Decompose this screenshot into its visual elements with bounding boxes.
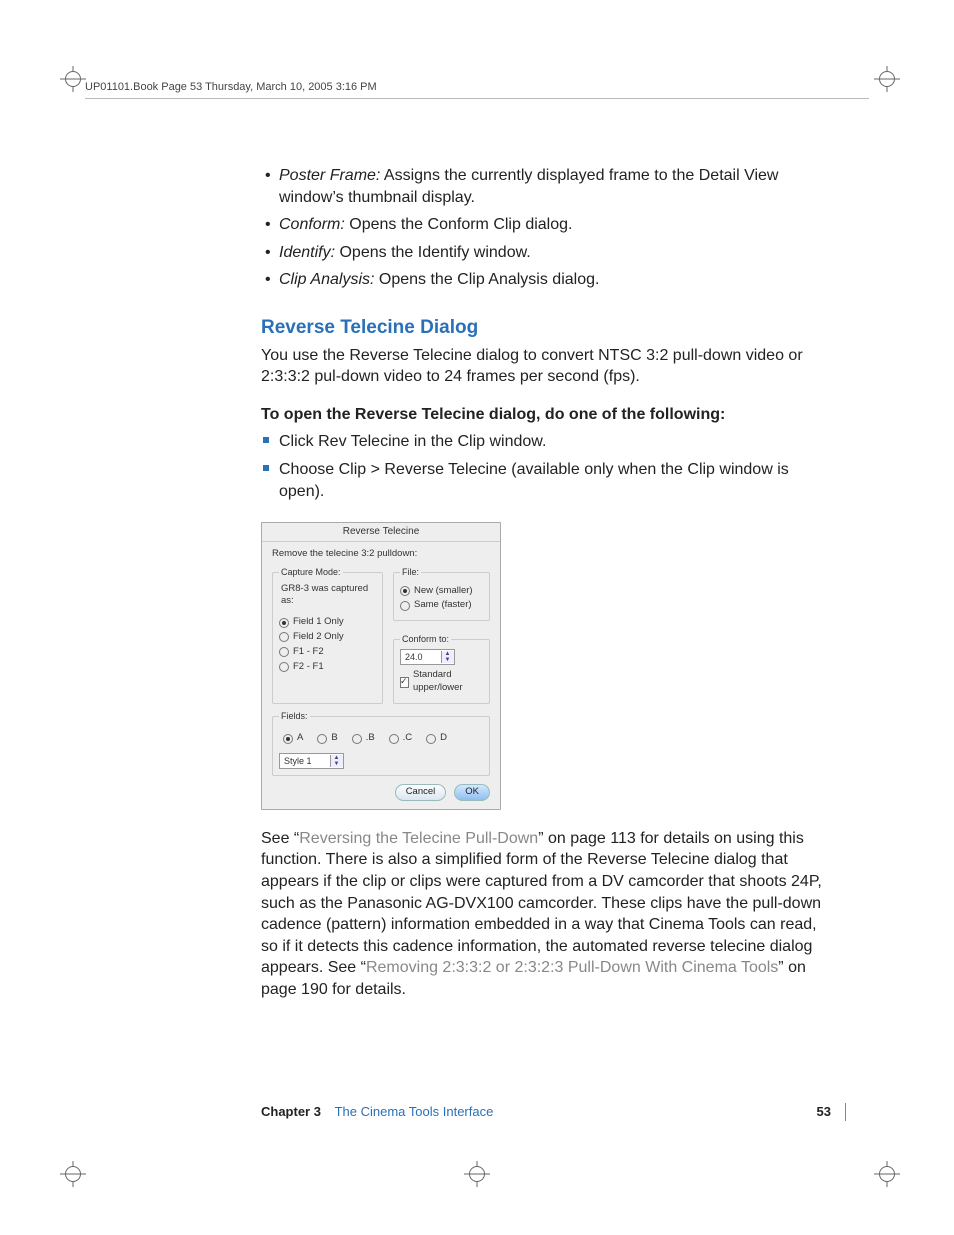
list-item: Conform: Opens the Conform Clip dialog.	[279, 214, 831, 236]
radio-label: .B	[366, 732, 375, 745]
stepper-arrows-icon: ▲▼	[441, 651, 454, 663]
footer-chapter-number: Chapter 3	[261, 1104, 321, 1119]
term-conform: Conform:	[279, 216, 345, 233]
ok-button[interactable]: OK	[454, 784, 490, 801]
radio-label: B	[331, 732, 337, 745]
radio-icon	[352, 734, 362, 744]
desc-conform: Opens the Conform Clip dialog.	[345, 216, 573, 233]
steps-list: Click Rev Telecine in the Clip window. C…	[261, 431, 831, 502]
standard-upper-lower-checkbox[interactable]: Standard upper/lower	[400, 669, 483, 695]
radio-label: D	[440, 732, 447, 745]
radio-label: F2 - F1	[293, 661, 324, 674]
file-legend: File:	[400, 566, 421, 578]
capture-mode-legend: Capture Mode:	[279, 566, 343, 578]
capture-f1f2-radio[interactable]: F1 - F2	[279, 646, 376, 659]
radio-icon	[389, 734, 399, 744]
fields-group: Fields: A B .B .C D Style 1 ▲▼	[272, 710, 490, 776]
file-group: File: New (smaller) Same (faster)	[393, 566, 490, 621]
desc-identify: Opens the Identify window.	[335, 244, 531, 261]
radio-label: A	[297, 732, 303, 745]
dialog-title: Reverse Telecine	[262, 523, 500, 542]
step-item: Choose Clip > Reverse Telecine (availabl…	[279, 459, 831, 502]
fields-legend: Fields:	[279, 710, 310, 722]
text: See “	[261, 830, 299, 847]
list-item: Poster Frame: Assigns the currently disp…	[279, 165, 831, 208]
term-poster-frame: Poster Frame:	[279, 167, 380, 184]
radio-icon	[279, 647, 289, 657]
radio-icon	[279, 662, 289, 672]
reverse-telecine-dialog: Reverse Telecine Remove the telecine 3:2…	[261, 522, 501, 810]
fields-b-radio[interactable]: B	[317, 732, 337, 745]
feature-list: Poster Frame: Assigns the currently disp…	[261, 165, 831, 291]
cancel-button[interactable]: Cancel	[395, 784, 447, 801]
fields-bb-radio[interactable]: .B	[352, 732, 375, 745]
conform-group: Conform to: 24.0 ▲▼ Standard upper/lower	[393, 633, 490, 704]
radio-label: .C	[403, 732, 413, 745]
how-to-open-label: To open the Reverse Telecine dialog, do …	[261, 404, 831, 426]
crop-mark-icon	[64, 70, 82, 88]
link-removing-pulldown[interactable]: Removing 2:3:3:2 or 2:3:2:3 Pull-Down Wi…	[366, 959, 778, 976]
file-new-radio[interactable]: New (smaller)	[400, 585, 483, 598]
file-same-radio[interactable]: Same (faster)	[400, 599, 483, 612]
checkbox-icon	[400, 677, 409, 688]
capture-field1-radio[interactable]: Field 1 Only	[279, 616, 376, 629]
capture-field2-radio[interactable]: Field 2 Only	[279, 631, 376, 644]
stepper-arrows-icon: ▲▼	[330, 755, 343, 767]
fields-c-radio[interactable]: .C	[389, 732, 413, 745]
radio-icon	[400, 586, 410, 596]
section-intro: You use the Reverse Telecine dialog to c…	[261, 345, 831, 388]
capture-mode-group: Capture Mode: GR8-3 was captured as: Fie…	[272, 566, 383, 704]
radio-label: Field 1 Only	[293, 616, 344, 629]
section-heading: Reverse Telecine Dialog	[261, 315, 831, 341]
radio-icon	[279, 632, 289, 642]
page-footer: Chapter 3 The Cinema Tools Interface 53	[261, 1103, 846, 1121]
radio-label: Field 2 Only	[293, 631, 344, 644]
style-stepper[interactable]: Style 1 ▲▼	[279, 753, 344, 769]
conform-legend: Conform to:	[400, 633, 451, 645]
header-underline	[85, 98, 869, 99]
radio-icon	[400, 601, 410, 611]
crop-mark-icon	[64, 1165, 82, 1183]
radio-icon	[426, 734, 436, 744]
list-item: Clip Analysis: Opens the Clip Analysis d…	[279, 269, 831, 291]
crop-mark-icon	[468, 1165, 486, 1183]
link-reversing-telecine[interactable]: Reversing the Telecine Pull-Down	[299, 830, 538, 847]
dialog-subtitle: Remove the telecine 3:2 pulldown:	[272, 548, 490, 561]
after-dialog-paragraph: See “Reversing the Telecine Pull-Down” o…	[261, 828, 831, 1001]
fields-d-radio[interactable]: D	[426, 732, 447, 745]
list-item: Identify: Opens the Identify window.	[279, 242, 831, 264]
footer-page-number: 53	[817, 1103, 831, 1121]
crop-mark-icon	[878, 1165, 896, 1183]
radio-label: New (smaller)	[414, 585, 473, 598]
term-clip-analysis: Clip Analysis:	[279, 271, 374, 288]
radio-icon	[317, 734, 327, 744]
conform-stepper[interactable]: 24.0 ▲▼	[400, 649, 455, 665]
step-item: Click Rev Telecine in the Clip window.	[279, 431, 831, 453]
capture-f2f1-radio[interactable]: F2 - F1	[279, 661, 376, 674]
radio-icon	[279, 618, 289, 628]
conform-value: 24.0	[401, 651, 441, 663]
crop-mark-icon	[878, 70, 896, 88]
radio-label: Same (faster)	[414, 599, 472, 612]
capture-desc: GR8-3 was captured as:	[281, 583, 376, 609]
fields-a-radio[interactable]: A	[283, 732, 303, 745]
radio-icon	[283, 734, 293, 744]
radio-label: F1 - F2	[293, 646, 324, 659]
style-value: Style 1	[280, 755, 330, 767]
term-identify: Identify:	[279, 244, 335, 261]
text: ” on page 113 for details on using this …	[261, 830, 822, 977]
checkbox-label: Standard upper/lower	[413, 669, 483, 695]
footer-chapter-title: The Cinema Tools Interface	[335, 1104, 494, 1119]
desc-clip-analysis: Opens the Clip Analysis dialog.	[374, 271, 599, 288]
page-header-line: UP01101.Book Page 53 Thursday, March 10,…	[85, 80, 377, 95]
